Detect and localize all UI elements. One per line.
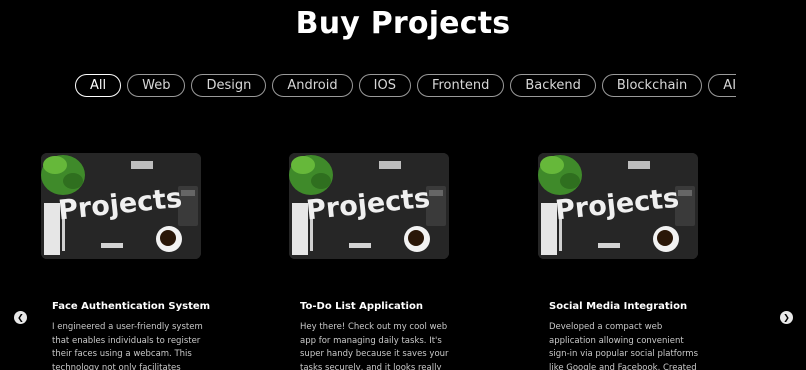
carousel-next-button[interactable]: ❯ bbox=[780, 311, 793, 324]
project-thumbnail[interactable]: Projects bbox=[538, 153, 698, 259]
project-title[interactable]: Face Authentication System bbox=[52, 301, 210, 312]
category-filter-bar: All Web Design Android IOS Frontend Backend Blo… bbox=[75, 74, 736, 98]
filter-chip-frontend[interactable]: Frontend bbox=[416, 74, 505, 97]
project-description: Developed a compact web application allo… bbox=[549, 322, 699, 370]
project-image: Projects bbox=[538, 153, 698, 259]
carousel-prev-button[interactable]: ❮ bbox=[14, 311, 27, 324]
filter-chip-all[interactable]: All bbox=[75, 74, 122, 97]
filter-chip-web[interactable]: Web bbox=[127, 74, 186, 97]
filter-chip-blockchain[interactable]: Blockchain bbox=[601, 74, 703, 97]
filter-chip-ai[interactable]: AI bbox=[708, 74, 736, 97]
project-card[interactable]: Projects Face Authentication System I en… bbox=[41, 153, 211, 370]
project-card[interactable]: Projects To-Do List Application Hey ther… bbox=[289, 153, 459, 370]
project-title[interactable]: Social Media Integration bbox=[549, 301, 687, 312]
filter-chip-backend[interactable]: Backend bbox=[510, 74, 596, 97]
project-card[interactable]: Projects Social Media Integration Develo… bbox=[538, 153, 708, 370]
filter-chip-ios[interactable]: IOS bbox=[358, 74, 411, 97]
project-image: Projects bbox=[289, 153, 449, 259]
project-title[interactable]: To-Do List Application bbox=[300, 301, 423, 312]
filter-chip-design[interactable]: Design bbox=[191, 74, 267, 97]
project-thumbnail[interactable]: Projects bbox=[289, 153, 449, 259]
chevron-right-icon: ❯ bbox=[783, 313, 790, 322]
project-description: I engineered a user-friendly system that… bbox=[52, 322, 203, 370]
project-image: Projects bbox=[41, 153, 201, 259]
filter-chip-android[interactable]: Android bbox=[272, 74, 353, 97]
project-thumbnail[interactable]: Projects bbox=[41, 153, 201, 259]
page: Buy Projects All Web Design Android IOS Front… bbox=[0, 0, 806, 370]
page-title: Buy Projects bbox=[295, 6, 511, 41]
chevron-left-icon: ❮ bbox=[17, 313, 24, 322]
project-description: Hey there! Check out my cool web app for… bbox=[300, 322, 449, 370]
